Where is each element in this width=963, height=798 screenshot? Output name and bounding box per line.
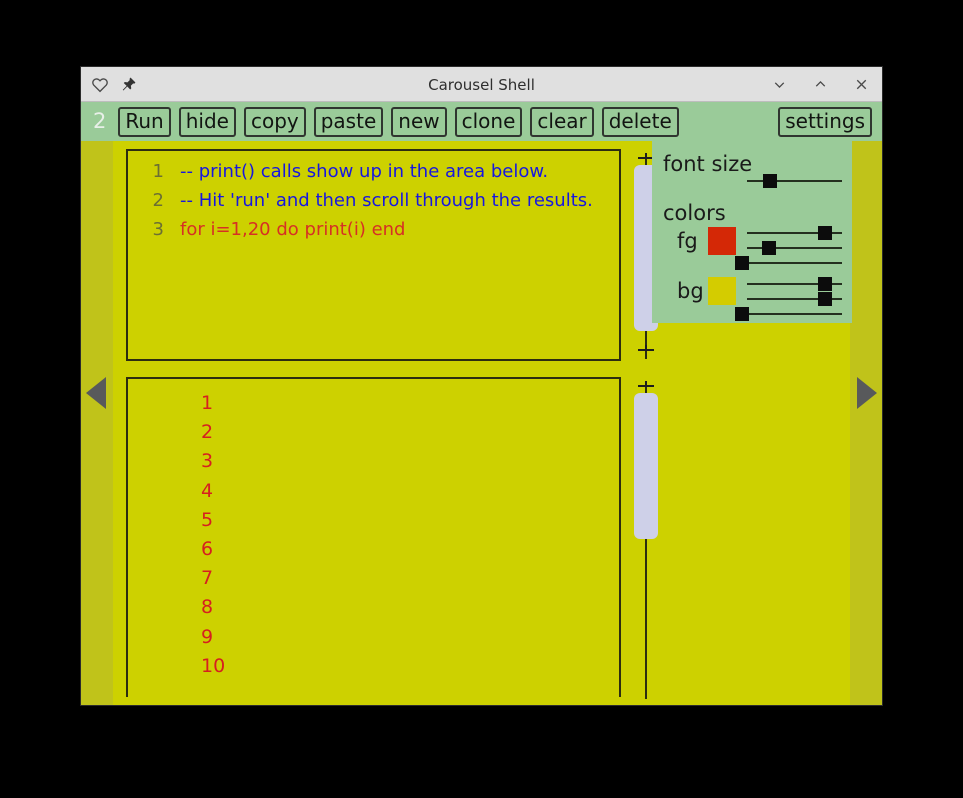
code-line: 2 -- Hit 'run' and then scroll through t… bbox=[128, 186, 615, 215]
fg-red-slider-knob[interactable] bbox=[817, 226, 832, 240]
bg-label: bg bbox=[677, 279, 704, 303]
window-body: 1 -- print() calls show up in the area b… bbox=[81, 141, 882, 705]
output-console[interactable]: 1 2 3 4 5 6 7 8 9 10 bbox=[126, 377, 621, 697]
settings-panel: font size colors fg bg bbox=[652, 141, 852, 323]
line-number: 3 bbox=[152, 219, 164, 240]
bg-red-slider-knob[interactable] bbox=[817, 277, 832, 291]
output-line: 5 bbox=[201, 508, 214, 531]
window-controls bbox=[771, 67, 870, 102]
line-text: for i=1,20 do print(i) end bbox=[180, 219, 406, 240]
output-line: 8 bbox=[201, 596, 214, 619]
delete-button[interactable]: delete bbox=[601, 106, 679, 137]
close-button[interactable] bbox=[853, 76, 870, 93]
clone-button[interactable]: clone bbox=[454, 106, 523, 137]
line-text: -- print() calls show up in the area bel… bbox=[180, 161, 549, 182]
font-size-slider-knob[interactable] bbox=[762, 174, 777, 188]
new-button[interactable]: new bbox=[391, 106, 447, 137]
output-line: 4 bbox=[201, 479, 214, 502]
bg-green-slider-knob[interactable] bbox=[817, 292, 832, 306]
pin-icon[interactable] bbox=[120, 76, 138, 94]
run-button[interactable]: Run bbox=[118, 106, 171, 137]
output-line: 10 bbox=[201, 654, 226, 677]
output-line: 3 bbox=[201, 450, 214, 473]
bg-green-slider[interactable] bbox=[747, 292, 842, 306]
app-window: Carousel Shell 2 Run hide copy paste new bbox=[80, 66, 883, 706]
page-index-badge: 2 bbox=[93, 109, 107, 133]
clear-button[interactable]: clear bbox=[530, 106, 594, 137]
line-text: -- Hit 'run' and then scroll through the… bbox=[180, 190, 593, 211]
copy-button[interactable]: copy bbox=[243, 106, 306, 137]
settings-button[interactable]: settings bbox=[778, 106, 872, 137]
font-size-slider[interactable] bbox=[747, 174, 842, 188]
paste-button[interactable]: paste bbox=[313, 106, 384, 137]
code-line: 3 for i=1,20 do print(i) end bbox=[128, 215, 615, 244]
fg-green-slider-knob[interactable] bbox=[761, 241, 776, 255]
screen: Carousel Shell 2 Run hide copy paste new bbox=[0, 0, 963, 798]
code-editor[interactable]: 1 -- print() calls show up in the area b… bbox=[126, 149, 621, 361]
bg-red-slider[interactable] bbox=[747, 277, 842, 291]
fg-red-slider[interactable] bbox=[747, 226, 842, 240]
window-title: Carousel Shell bbox=[428, 75, 535, 94]
output-scrollbar[interactable] bbox=[634, 381, 658, 699]
title-bar[interactable]: Carousel Shell bbox=[81, 67, 882, 102]
output-scrollbar-top-cap bbox=[638, 381, 654, 387]
output-line: 2 bbox=[201, 421, 214, 444]
output-line: 6 bbox=[201, 538, 214, 561]
output-line: 9 bbox=[201, 625, 214, 648]
output-lines: 1 2 3 4 5 6 7 8 9 10 bbox=[128, 389, 615, 681]
fg-color-swatch[interactable] bbox=[708, 227, 736, 255]
colors-label: colors bbox=[663, 201, 726, 225]
output-line: 1 bbox=[201, 392, 214, 414]
bg-blue-slider-knob[interactable] bbox=[735, 307, 750, 321]
right-gutter bbox=[850, 141, 882, 705]
toolbar: 2 Run hide copy paste new clone clear de… bbox=[81, 102, 882, 141]
fg-blue-slider[interactable] bbox=[735, 256, 842, 270]
font-size-label: font size bbox=[663, 152, 753, 176]
next-page-arrow-icon[interactable] bbox=[857, 377, 877, 409]
minimize-button[interactable] bbox=[771, 76, 788, 93]
fg-blue-slider-knob[interactable] bbox=[735, 256, 750, 270]
maximize-button[interactable] bbox=[812, 76, 829, 93]
editor-scrollbar[interactable] bbox=[634, 153, 658, 359]
code-editor-lines: 1 -- print() calls show up in the area b… bbox=[128, 157, 615, 244]
left-gutter bbox=[81, 141, 113, 705]
fg-label: fg bbox=[677, 229, 698, 253]
line-number: 2 bbox=[152, 190, 164, 211]
output-line: 7 bbox=[201, 567, 214, 590]
line-number: 1 bbox=[152, 161, 164, 182]
output-scrollbar-thumb[interactable] bbox=[634, 393, 658, 539]
title-bar-left-icons bbox=[91, 67, 138, 102]
bg-color-swatch[interactable] bbox=[708, 277, 736, 305]
editor-scrollbar-bottom-cap bbox=[638, 345, 654, 351]
code-line: 1 -- print() calls show up in the area b… bbox=[128, 157, 615, 186]
fg-green-slider[interactable] bbox=[747, 241, 842, 255]
bg-blue-slider[interactable] bbox=[735, 307, 842, 321]
hide-button[interactable]: hide bbox=[178, 106, 236, 137]
prev-page-arrow-icon[interactable] bbox=[86, 377, 106, 409]
heart-icon[interactable] bbox=[91, 76, 109, 94]
